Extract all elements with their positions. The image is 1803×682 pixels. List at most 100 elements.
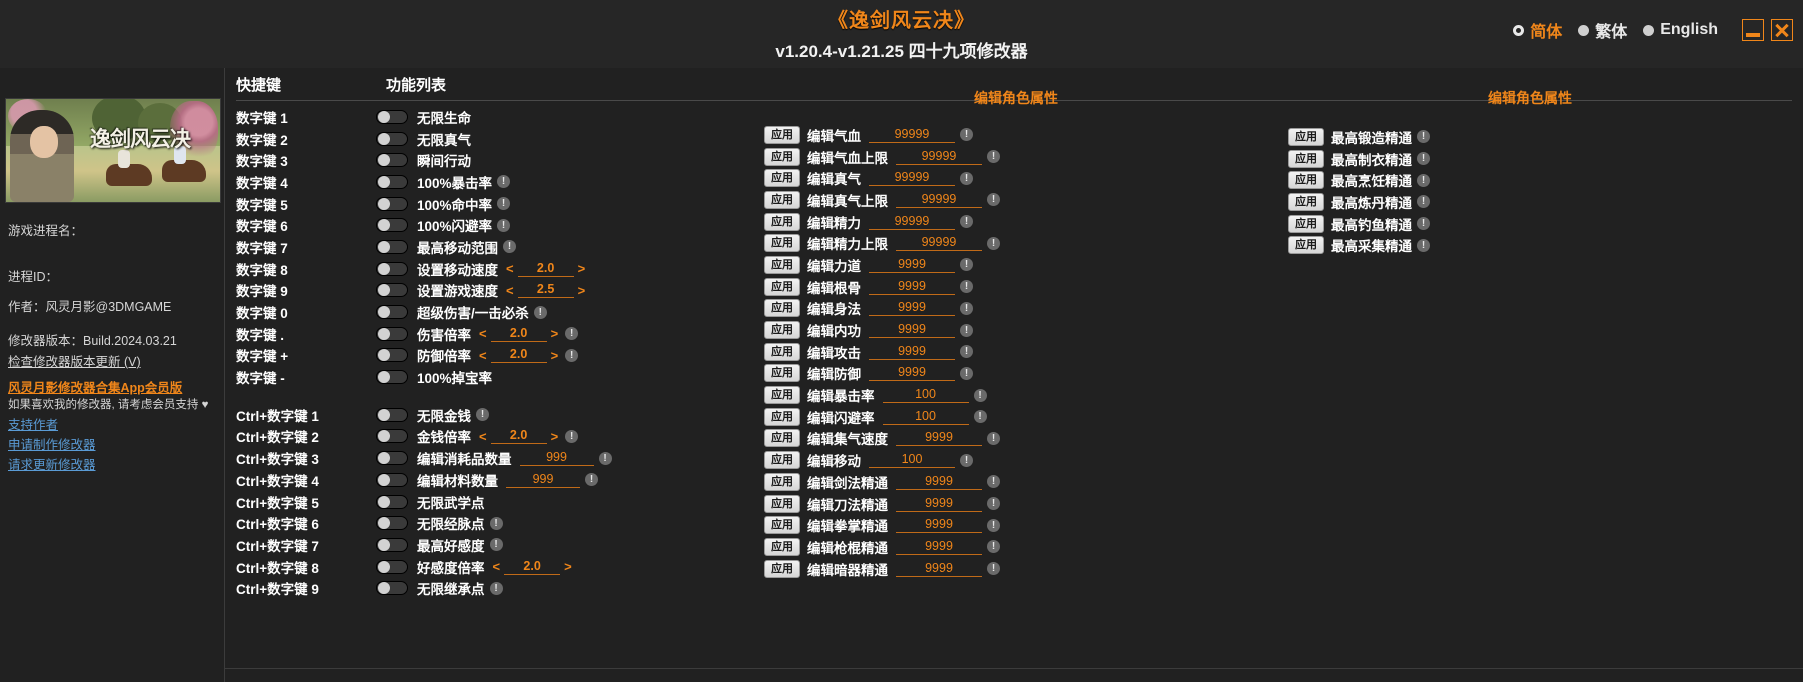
cheat-toggle-switch[interactable] [376, 153, 408, 167]
stepper-decrement-icon[interactable]: < [477, 326, 489, 341]
stepper-value[interactable]: 2.0 [491, 428, 547, 444]
stepper-increment-icon[interactable]: > [549, 326, 561, 341]
cheat-toggle-switch[interactable] [376, 473, 408, 487]
apply-button[interactable]: 应用 [764, 386, 800, 404]
close-icon[interactable] [1771, 19, 1793, 41]
cheat-toggle-switch[interactable] [376, 581, 408, 595]
support-author-link[interactable]: 支持作者 [8, 414, 220, 433]
apply-button[interactable]: 应用 [764, 213, 800, 231]
quantity-input[interactable]: 999 [506, 472, 580, 488]
apply-button[interactable]: 应用 [764, 321, 800, 339]
stepper-decrement-icon[interactable]: < [504, 261, 516, 276]
attribute-value-input[interactable]: 100 [869, 452, 955, 468]
stepper-value[interactable]: 2.0 [518, 261, 574, 277]
attribute-value-input[interactable]: 99999 [896, 192, 982, 208]
cheat-toggle-switch[interactable] [376, 327, 408, 341]
apply-button[interactable]: 应用 [1288, 128, 1324, 146]
radio-icon-traditional[interactable] [1578, 25, 1589, 36]
attribute-value-input[interactable]: 9999 [896, 539, 982, 555]
cheat-toggle-switch[interactable] [376, 262, 408, 276]
apply-button[interactable]: 应用 [764, 364, 800, 382]
apply-button[interactable]: 应用 [764, 169, 800, 187]
apply-button[interactable]: 应用 [764, 408, 800, 426]
cheat-toggle-switch[interactable] [376, 370, 408, 384]
apply-button[interactable]: 应用 [764, 343, 800, 361]
apply-button[interactable]: 应用 [1288, 193, 1324, 211]
lang-option-english[interactable]: English [1643, 21, 1718, 39]
attribute-value-input[interactable]: 9999 [896, 496, 982, 512]
attribute-value-input[interactable]: 9999 [869, 322, 955, 338]
stepper-value[interactable]: 2.0 [504, 559, 560, 575]
stepper-increment-icon[interactable]: > [549, 429, 561, 444]
apply-button[interactable]: 应用 [1288, 236, 1324, 254]
cheat-toggle-switch[interactable] [376, 408, 408, 422]
attribute-value-input[interactable]: 100 [883, 387, 969, 403]
cheat-toggle-switch[interactable] [376, 110, 408, 124]
apply-button[interactable]: 应用 [764, 451, 800, 469]
check-update-link[interactable]: 检查修改器版本更新 (V) [8, 351, 220, 370]
cheat-toggle-switch[interactable] [376, 538, 408, 552]
minimize-icon[interactable] [1742, 19, 1764, 41]
cheat-toggle-switch[interactable] [376, 218, 408, 232]
apply-button[interactable]: 应用 [1288, 171, 1324, 189]
apply-button[interactable]: 应用 [764, 473, 800, 491]
apply-button[interactable]: 应用 [764, 256, 800, 274]
lang-option-traditional[interactable]: 繁体 [1578, 18, 1627, 42]
apply-button[interactable]: 应用 [764, 299, 800, 317]
stepper-decrement-icon[interactable]: < [477, 429, 489, 444]
cheat-toggle-switch[interactable] [376, 495, 408, 509]
attribute-value-input[interactable]: 9999 [869, 300, 955, 316]
cheat-toggle-switch[interactable] [376, 175, 408, 189]
attribute-value-input[interactable]: 9999 [869, 279, 955, 295]
cheat-toggle-switch[interactable] [376, 132, 408, 146]
attribute-value-input[interactable]: 9999 [896, 430, 982, 446]
cheat-toggle-switch[interactable] [376, 429, 408, 443]
cheat-toggle-switch[interactable] [376, 516, 408, 530]
stepper-decrement-icon[interactable]: < [477, 348, 489, 363]
apply-button[interactable]: 应用 [764, 516, 800, 534]
request-trainer-link[interactable]: 申请制作修改器 [8, 434, 220, 453]
stepper-increment-icon[interactable]: > [576, 283, 588, 298]
apply-button[interactable]: 应用 [1288, 215, 1324, 233]
attribute-value-input[interactable]: 9999 [869, 257, 955, 273]
apply-button[interactable]: 应用 [1288, 150, 1324, 168]
stepper-value[interactable]: 2.0 [491, 326, 547, 342]
apply-button[interactable]: 应用 [764, 278, 800, 296]
radio-icon-english[interactable] [1643, 25, 1654, 36]
app-promo-link[interactable]: 风灵月影修改器合集App会员版 [8, 377, 220, 396]
attribute-value-input[interactable]: 100 [883, 409, 969, 425]
apply-button[interactable]: 应用 [764, 148, 800, 166]
attribute-value-input[interactable]: 99999 [869, 170, 955, 186]
stepper-increment-icon[interactable]: > [576, 261, 588, 276]
quantity-input[interactable]: 999 [520, 450, 594, 466]
radio-icon-simplified[interactable] [1513, 25, 1524, 36]
stepper-value[interactable]: 2.5 [518, 282, 574, 298]
attribute-value-input[interactable]: 9999 [869, 344, 955, 360]
cheat-toggle-switch[interactable] [376, 348, 408, 362]
attribute-value-input[interactable]: 9999 [896, 474, 982, 490]
apply-button[interactable]: 应用 [764, 191, 800, 209]
stepper-decrement-icon[interactable]: < [504, 283, 516, 298]
cheat-toggle-switch[interactable] [376, 560, 408, 574]
stepper-value[interactable]: 2.0 [491, 347, 547, 363]
attribute-value-input[interactable]: 9999 [896, 561, 982, 577]
stepper-decrement-icon[interactable]: < [491, 559, 503, 574]
apply-button[interactable]: 应用 [764, 495, 800, 513]
cheat-toggle-switch[interactable] [376, 283, 408, 297]
cheat-toggle-switch[interactable] [376, 197, 408, 211]
attribute-value-input[interactable]: 99999 [869, 127, 955, 143]
request-update-link[interactable]: 请求更新修改器 [8, 454, 220, 473]
apply-button[interactable]: 应用 [764, 429, 800, 447]
apply-button[interactable]: 应用 [764, 560, 800, 578]
cheat-toggle-switch[interactable] [376, 240, 408, 254]
cheat-toggle-switch[interactable] [376, 451, 408, 465]
attribute-value-input[interactable]: 99999 [869, 214, 955, 230]
cheat-toggle-switch[interactable] [376, 305, 408, 319]
attribute-value-input[interactable]: 99999 [896, 149, 982, 165]
attribute-value-input[interactable]: 9999 [869, 365, 955, 381]
lang-option-simplified[interactable]: 简体 [1513, 18, 1562, 42]
attribute-value-input[interactable]: 9999 [896, 517, 982, 533]
stepper-increment-icon[interactable]: > [549, 348, 561, 363]
apply-button[interactable]: 应用 [764, 126, 800, 144]
apply-button[interactable]: 应用 [764, 538, 800, 556]
